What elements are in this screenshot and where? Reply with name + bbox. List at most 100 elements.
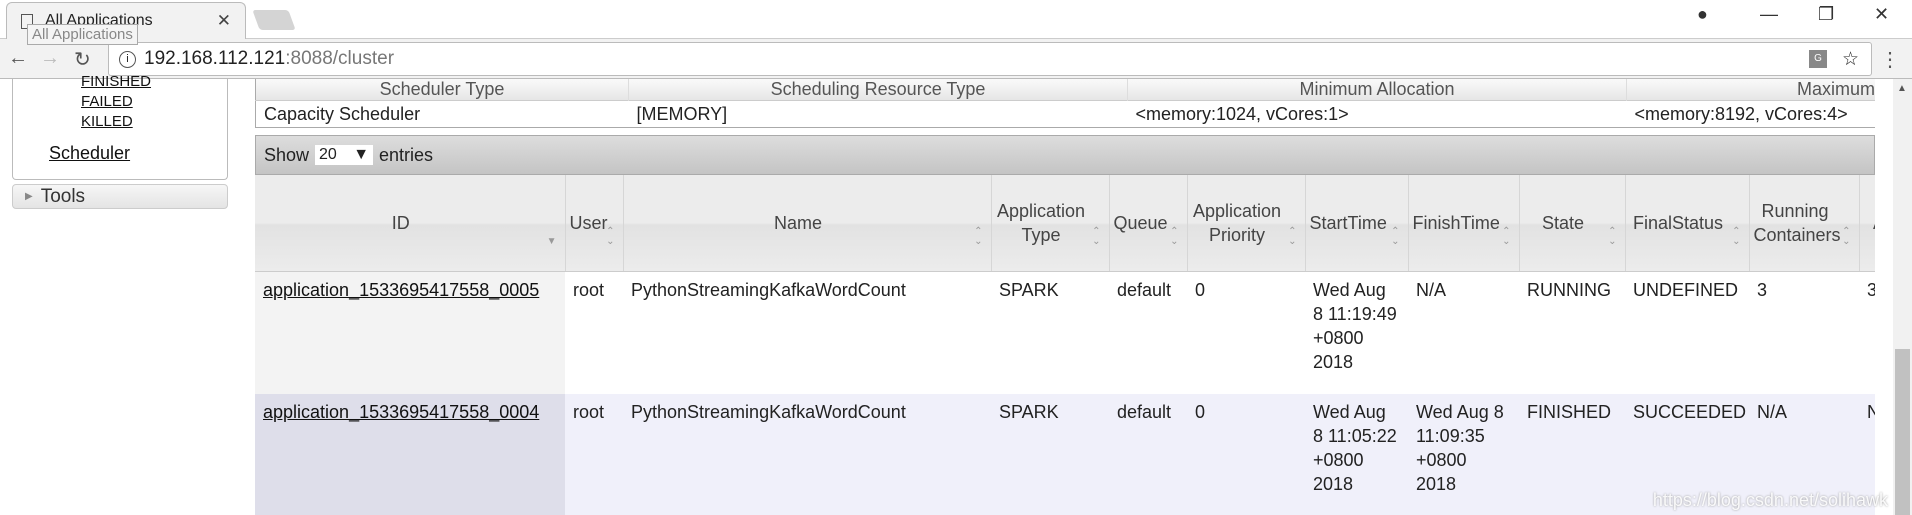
sort-icon: ⌃ ⌄: [1842, 225, 1851, 247]
bookmark-star-icon[interactable]: ☆: [1842, 48, 1859, 71]
table-row: application_1533695417558_0005 root Python…: [255, 271, 1875, 394]
col-header-label: Application Type: [996, 200, 1086, 245]
col-header[interactable]: All VC: [1859, 175, 1875, 272]
col-header[interactable]: Running Containers ⌃ ⌄: [1749, 175, 1860, 272]
resource-type: [MEMORY]: [628, 100, 1128, 128]
table-row: application_1533695417558_0004 root Python…: [255, 394, 1875, 515]
link-killed[interactable]: KILLED: [81, 113, 133, 130]
cell: root: [565, 271, 623, 394]
minimize-icon[interactable]: —: [1760, 4, 1778, 25]
scheduler-table: Scheduler Type Scheduling Resource Type Mi…: [255, 79, 1875, 128]
entries-label: entries: [379, 144, 434, 165]
link-failed[interactable]: FAILED: [81, 93, 133, 110]
col-header-label: Application Priority: [1192, 200, 1282, 245]
sort-icon: ⌃ ⌄: [1092, 225, 1101, 247]
sort-desc-icon: ▼: [546, 235, 557, 247]
menu-icon[interactable]: ⋮: [1880, 47, 1900, 72]
col-header-label: State: [1541, 212, 1585, 233]
tools-section[interactable]: ▶ Tools: [12, 184, 228, 209]
col-header-label: Running Containers: [1753, 200, 1841, 245]
col-header[interactable]: StartTime ⌃ ⌄: [1305, 175, 1409, 272]
reload-icon[interactable]: ↻: [74, 47, 91, 72]
dropdown-arrow-icon: ▼: [353, 146, 370, 163]
entries-value: 20: [319, 146, 337, 163]
cell: default: [1109, 394, 1187, 515]
cell: Wed Aug 8 11:19:49 +0800 2018: [1305, 271, 1408, 394]
vertical-scrollbar[interactable]: ▲: [1893, 79, 1912, 515]
restore-icon[interactable]: ❐: [1818, 4, 1834, 25]
min-allocation: <memory:1024, vCores:1>: [1127, 100, 1627, 128]
col-header[interactable]: Application Type ⌃ ⌄: [991, 175, 1110, 272]
cell: SPARK: [991, 394, 1109, 515]
link-scheduler[interactable]: Scheduler: [49, 143, 130, 164]
entries-select[interactable]: 20 ▼: [315, 145, 374, 165]
tools-label: Tools: [40, 185, 86, 207]
tab-bar: All Applications ✕ All Applications ● — …: [0, 0, 1912, 45]
cell: 3: [1859, 271, 1875, 394]
sort-icon: ⌃ ⌄: [1608, 225, 1617, 247]
url-host: 192.168.112.121: [144, 48, 286, 69]
cell: 3: [1749, 271, 1859, 394]
new-tab-button[interactable]: [252, 10, 296, 30]
col-header[interactable]: FinishTime ⌃ ⌄: [1408, 175, 1520, 272]
back-icon[interactable]: ←: [8, 47, 28, 70]
tab-tooltip: All Applications: [27, 24, 138, 45]
col-header-label: ID: [391, 212, 410, 233]
col-header[interactable]: User ⌃ ⌄: [565, 175, 624, 272]
col-header[interactable]: ID ▼: [255, 175, 566, 272]
info-icon[interactable]: i: [119, 50, 136, 68]
profile-icon[interactable]: ●: [1697, 4, 1708, 25]
sort-icon: ⌃ ⌄: [1502, 225, 1511, 247]
cell: N/A: [1408, 271, 1519, 394]
url-path: :8088/cluster: [285, 48, 395, 69]
col-header-label: FinalStatus: [1632, 212, 1724, 233]
cell: 0: [1187, 271, 1305, 394]
col-header[interactable]: Name ⌃ ⌄: [623, 175, 992, 272]
max-allocation: <memory:8192, vCores:4>: [1626, 100, 1875, 128]
cell: Wed Aug 8 11:05:22 +0800 2018: [1305, 394, 1408, 515]
col-header[interactable]: Application Priority ⌃ ⌄: [1187, 175, 1306, 272]
cell: root: [565, 394, 623, 515]
application-id-link[interactable]: application_1533695417558_0004: [263, 402, 539, 422]
col-max-allocation: Maximum A: [1626, 79, 1875, 101]
expand-triangle-icon: ▶: [25, 191, 33, 202]
watermark: https://blog.csdn.net/solihawk: [1652, 490, 1888, 510]
close-tab-icon[interactable]: ✕: [217, 11, 231, 31]
browser-toolbar: ← → ↻ i 192.168.112.121:8088/cluster G ☆…: [0, 39, 1912, 79]
sort-icon: ⌃ ⌄: [1391, 225, 1400, 247]
col-header-label: User: [569, 212, 608, 233]
col-header[interactable]: State ⌃ ⌄: [1519, 175, 1626, 272]
close-window-icon[interactable]: ✕: [1874, 4, 1889, 25]
cell: PythonStreamingKafkaWordCount: [623, 394, 991, 515]
forward-icon[interactable]: →: [40, 47, 60, 70]
sort-icon: ⌃ ⌄: [606, 225, 615, 247]
sort-icon: ⌃ ⌄: [1170, 225, 1179, 247]
address-bar[interactable]: i 192.168.112.121:8088/cluster G ☆: [108, 42, 1872, 76]
scroll-up-icon[interactable]: ▲: [1897, 83, 1907, 94]
col-scheduler-type: Scheduler Type: [255, 79, 629, 101]
col-header-label: All VC: [1873, 213, 1875, 233]
col-resource-type: Scheduling Resource Type: [628, 79, 1128, 101]
col-header-label: Name: [773, 212, 822, 233]
sidebar: FINISHED FAILED KILLED Scheduler: [12, 73, 228, 180]
col-header[interactable]: FinalStatus ⌃ ⌄: [1625, 175, 1750, 272]
cell: SPARK: [991, 271, 1109, 394]
cell: UNDEFINED: [1625, 271, 1749, 394]
cell: default: [1109, 271, 1187, 394]
col-min-allocation: Minimum Allocation: [1127, 79, 1627, 101]
entries-bar: Show 20 ▼ entries: [255, 135, 1875, 175]
link-finished[interactable]: FINISHED: [81, 73, 151, 90]
cell: application_1533695417558_0004: [255, 394, 565, 515]
cell: PythonStreamingKafkaWordCount: [623, 271, 991, 394]
col-header[interactable]: Queue ⌃ ⌄: [1109, 175, 1188, 272]
applications-table: ID ▼ User ⌃ ⌄ Name ⌃ ⌄ Application Type ⌃ ⌄ Queu…: [255, 175, 1875, 515]
sort-icon: ⌃ ⌄: [1288, 225, 1297, 247]
scheduler-type: Capacity Scheduler: [255, 100, 629, 128]
cell: 0: [1187, 394, 1305, 515]
translate-icon[interactable]: G: [1809, 50, 1827, 68]
cell: application_1533695417558_0005: [255, 271, 565, 394]
scrollbar-thumb[interactable]: [1895, 349, 1910, 515]
cell: Wed Aug 8 11:09:35 +0800 2018: [1408, 394, 1519, 515]
application-id-link[interactable]: application_1533695417558_0005: [263, 280, 539, 300]
cell: FINISHED: [1519, 394, 1625, 515]
